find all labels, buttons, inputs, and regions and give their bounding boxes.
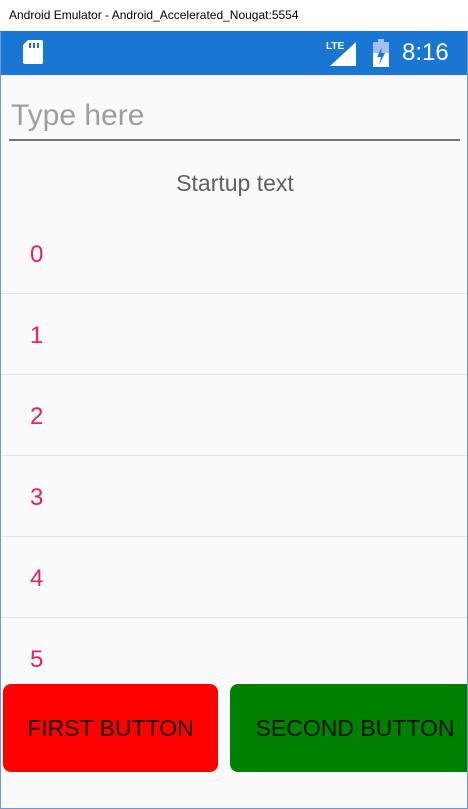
- window-title: Android Emulator - Android_Accelerated_N…: [0, 0, 468, 31]
- battery-icon: [372, 39, 390, 72]
- list-item[interactable]: 4: [1, 537, 467, 618]
- lte-signal-icon: LTE: [326, 40, 358, 71]
- text-entry[interactable]: [9, 97, 460, 141]
- second-button[interactable]: SECOND BUTTON: [230, 684, 467, 772]
- list-item-label: 3: [30, 484, 44, 511]
- startup-label: Startup text: [176, 170, 294, 196]
- list-item[interactable]: 5: [1, 618, 467, 683]
- first-button[interactable]: FIRST BUTTON: [3, 684, 218, 772]
- status-clock: 8:16: [402, 39, 449, 66]
- sd-card-icon: [23, 40, 43, 69]
- svg-text:LTE: LTE: [326, 41, 344, 52]
- list-item-label: 4: [30, 565, 44, 592]
- list-item[interactable]: 2: [1, 375, 467, 456]
- list-item[interactable]: 3: [1, 456, 467, 537]
- number-list[interactable]: 0 1 2 3 4 5: [1, 213, 467, 683]
- list-item-label: 5: [30, 646, 44, 673]
- emulator-screen: LTE 8:16 Startup text 0 1 2 3 4 5 FIRST …: [0, 31, 468, 809]
- status-bar: LTE 8:16: [1, 31, 467, 75]
- list-item[interactable]: 1: [1, 294, 467, 375]
- list-item-label: 1: [30, 322, 44, 349]
- list-item[interactable]: 0: [1, 213, 467, 294]
- list-item-label: 2: [30, 403, 44, 430]
- list-item-label: 0: [30, 241, 44, 268]
